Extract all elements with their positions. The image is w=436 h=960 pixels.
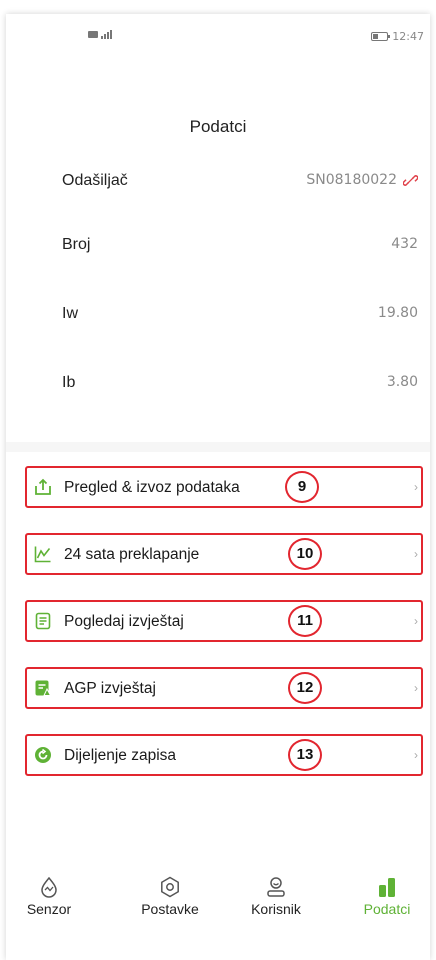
- info-label: Iw: [62, 305, 78, 322]
- unlink-icon[interactable]: [403, 173, 418, 188]
- phone-screen: 12:47 Podatci Odašiljač SN08180022 Broj …: [6, 14, 430, 960]
- nav-item-settings[interactable]: Postavke: [130, 876, 210, 917]
- menu-item-export-data[interactable]: Pregled & izvoz podataka 9 ›: [25, 466, 423, 508]
- info-value: 19.80: [377, 305, 418, 321]
- step-badge: 11: [288, 605, 322, 637]
- step-badge: 13: [288, 739, 322, 771]
- nav-label: Korisnik: [251, 901, 301, 917]
- line-chart-icon: [34, 546, 51, 563]
- sim-card-icon: [88, 31, 98, 38]
- menu-label: Pregled & izvoz podataka: [64, 479, 240, 496]
- menu-item-agp-report[interactable]: AGP izvještaj 12 ›: [25, 667, 423, 709]
- status-bar: 12:47: [6, 14, 430, 60]
- agp-report-icon: [35, 680, 52, 696]
- info-row-iw: Iw 19.80: [6, 299, 430, 329]
- nav-label: Podatci: [363, 901, 411, 917]
- battery-icon: [371, 32, 391, 41]
- nav-item-user[interactable]: Korisnik: [236, 876, 316, 917]
- menu-label: Pogledaj izvještaj: [64, 613, 184, 630]
- nav-item-sensor[interactable]: Senzor: [9, 876, 89, 917]
- info-row-transmitter[interactable]: Odašiljač SN08180022: [6, 166, 430, 196]
- menu-label: AGP izvještaj: [64, 680, 156, 697]
- chevron-right-icon: ›: [414, 681, 418, 695]
- info-value: 3.80: [386, 374, 418, 390]
- info-label: Odašiljač: [62, 172, 128, 189]
- settings-icon: [161, 876, 179, 898]
- info-row-ib: Ib 3.80: [6, 368, 430, 398]
- chevron-right-icon: ›: [414, 748, 418, 762]
- info-value: 432: [391, 236, 418, 252]
- chevron-right-icon: ›: [414, 480, 418, 494]
- nav-label: Postavke: [141, 901, 199, 917]
- section-divider: [6, 442, 430, 452]
- bottom-nav: Senzor Postavke Korisnik Podatci: [6, 870, 430, 960]
- share-refresh-icon: [35, 747, 51, 763]
- signal-icon: [101, 30, 112, 39]
- menu-label: Dijeljenje zapisa: [64, 747, 177, 764]
- chevron-right-icon: ›: [414, 547, 418, 561]
- data-bars-icon: [379, 878, 395, 897]
- info-value: SN08180022: [306, 172, 418, 188]
- menu-item-share-records[interactable]: Dijeljenje zapisa 13 ›: [25, 734, 423, 776]
- status-left: [88, 30, 112, 39]
- info-label: Broj: [62, 236, 91, 253]
- status-right: 12:47: [371, 30, 424, 43]
- transmitter-serial: SN08180022: [306, 172, 397, 188]
- export-upload-icon: [35, 478, 51, 495]
- report-document-icon: [35, 612, 51, 630]
- menu-item-view-report[interactable]: Pogledaj izvještaj 11 ›: [25, 600, 423, 642]
- step-badge: 9: [285, 471, 319, 503]
- nav-label: Senzor: [26, 901, 72, 917]
- info-label: Ib: [62, 374, 76, 391]
- chevron-right-icon: ›: [414, 614, 418, 628]
- step-badge: 12: [288, 672, 322, 704]
- menu-label: 24 sata preklapanje: [64, 546, 200, 563]
- page-title: Podatci: [189, 117, 247, 136]
- menu-item-24h-overlay[interactable]: 24 sata preklapanje 10 ›: [25, 533, 423, 575]
- user-icon: [267, 877, 285, 897]
- step-badge: 10: [288, 538, 322, 570]
- info-row-count: Broj 432: [6, 230, 430, 260]
- status-time: 12:47: [392, 30, 424, 43]
- sensor-icon: [41, 876, 57, 898]
- nav-item-data[interactable]: Podatci: [347, 876, 427, 917]
